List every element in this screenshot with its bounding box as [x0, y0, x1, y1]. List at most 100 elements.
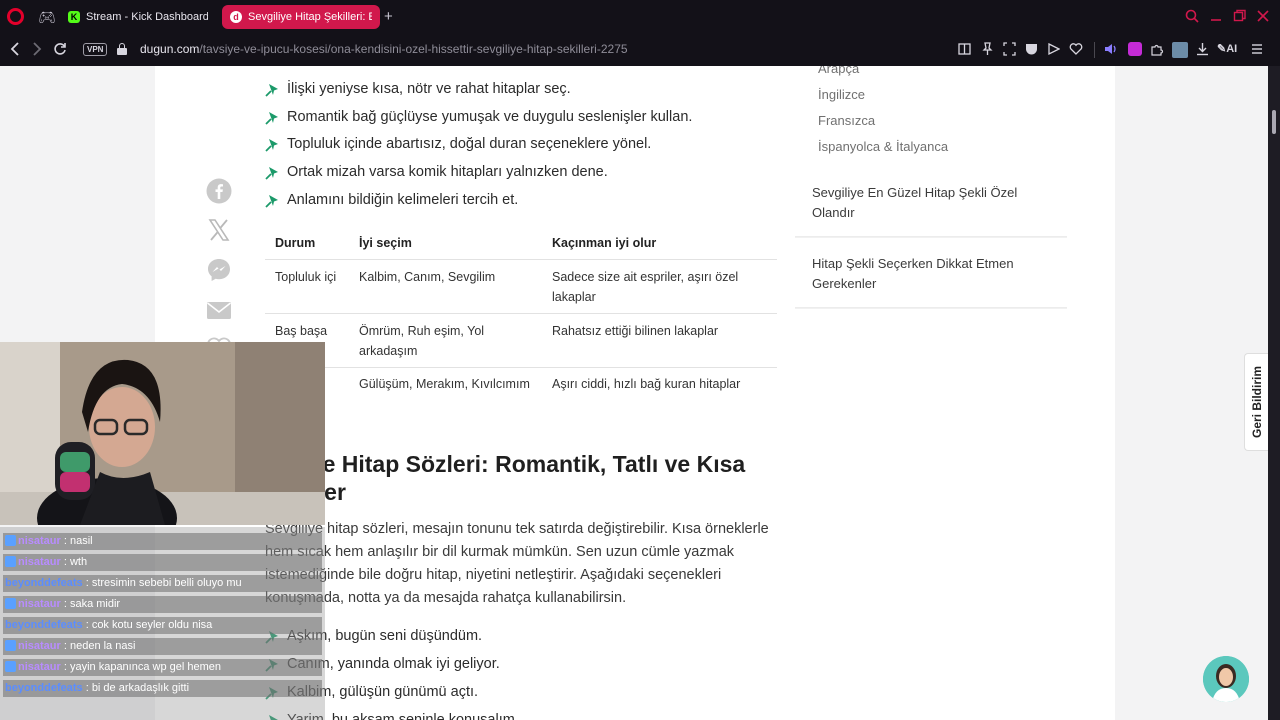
section-heading: liye Hitap Sözleri: Romantik, Tatlı ve K…: [265, 450, 785, 506]
chat-username: nisataur: [18, 598, 61, 610]
screenshot-icon[interactable]: [1003, 42, 1016, 56]
facebook-share-icon[interactable]: [205, 177, 233, 205]
chat-text: : saka midir: [63, 598, 121, 610]
table-cell: Aşırı ciddi, hızlı bağ kuran hitaplar: [552, 377, 741, 391]
chat-badge-icon: [5, 640, 16, 651]
toc-language-link[interactable]: Fransızca: [818, 113, 875, 128]
chat-text: : stresimin sebebi belli oluyo mu: [85, 577, 242, 589]
email-share-icon[interactable]: [205, 296, 233, 324]
tab-kick-dashboard[interactable]: K Stream - Kick Dashboard: [60, 5, 216, 29]
chat-username: nisataur: [18, 661, 61, 673]
chat-message: beyonddefeats : stresimin sebebi belli o…: [3, 575, 322, 592]
table-header: İyi seçim: [359, 236, 412, 250]
heart-icon[interactable]: [1069, 42, 1083, 56]
tip-text: İlişki yeniyse kısa, nötr ve rahat hitap…: [287, 81, 571, 97]
table-cell: Sadece size ait espriler, aşırı özel lak…: [552, 270, 739, 304]
chat-badge-icon: [5, 556, 16, 567]
messenger-share-icon[interactable]: [205, 256, 233, 284]
toolbar-divider: [1094, 42, 1095, 58]
streamer-webcam-image: [0, 342, 325, 525]
table-cell: Gülüşüm, Merakım, Kıvılcımım: [359, 377, 530, 391]
green-pin-icon: [265, 195, 278, 208]
profile-avatar-icon[interactable]: [1172, 42, 1188, 58]
ai-button[interactable]: ✎AI: [1217, 42, 1237, 56]
table-cell: Ömrüm, Ruh eşim, Yol arkadaşım: [359, 324, 485, 358]
pin-icon[interactable]: [981, 42, 994, 56]
toc-language-link[interactable]: İngilizce: [818, 87, 865, 102]
chat-text: : yayin kapanınca wp gel hemen: [63, 661, 222, 673]
shield-icon[interactable]: [1025, 42, 1038, 56]
game-controller-icon[interactable]: 🎮︎: [38, 10, 56, 24]
scrollbar-thumb[interactable]: [1272, 110, 1276, 134]
chat-message: nisataur : nasil: [3, 533, 322, 550]
url-path: /tavsiye-ve-ipucu-kosesi/ona-kendisini-o…: [199, 42, 628, 56]
chat-badge-icon: [5, 535, 16, 546]
feedback-tab[interactable]: Geri Bildirim: [1244, 353, 1268, 451]
page-scrollbar[interactable]: [1268, 66, 1280, 720]
table-header: Durum: [275, 236, 316, 250]
tip-text: Ortak mizah varsa komik hitapları yalnız…: [287, 164, 608, 180]
tab-sevgiliye-hitap[interactable]: d Sevgiliye Hitap Şekilleri: Erk: [222, 5, 380, 29]
sidebar-split-icon[interactable]: [958, 42, 971, 56]
chat-text: : neden la nasi: [63, 640, 136, 652]
green-pin-icon: [265, 139, 278, 152]
toc-language-link[interactable]: Arapça: [818, 66, 859, 76]
table-divider: [265, 313, 777, 314]
send-icon[interactable]: [1047, 42, 1060, 56]
url-field[interactable]: dugun.com/tavsiye-ve-ipucu-kosesi/ona-ke…: [140, 42, 628, 56]
chat-message: beyonddefeats : cok kotu seyler oldu nis…: [3, 617, 322, 634]
vpn-badge[interactable]: VPN: [83, 43, 108, 56]
assistant-avatar-button[interactable]: [1203, 656, 1249, 702]
table-cell: Topluluk içi: [275, 270, 337, 284]
address-bar: VPN dugun.com/tavsiye-ve-ipucu-kosesi/on…: [0, 34, 1280, 66]
table-header: Kaçınman iyi olur: [552, 236, 657, 250]
chat-text: : cok kotu seyler oldu nisa: [85, 619, 213, 631]
chat-message: nisataur : saka midir: [3, 596, 322, 613]
dugun-favicon-icon: d: [230, 11, 242, 23]
back-icon[interactable]: [10, 42, 20, 56]
chat-message: nisataur : wth: [3, 554, 322, 571]
chat-message: nisataur : neden la nasi: [3, 638, 322, 655]
chat-username: nisataur: [18, 556, 61, 568]
table-divider: [265, 367, 777, 368]
heading-line-2: kler: [305, 479, 346, 505]
chat-message: beyonddefeats : bi de arkadaşlık gitti: [3, 680, 322, 697]
green-pin-icon: [265, 112, 278, 125]
kick-favicon-icon: K: [68, 11, 80, 23]
restore-icon[interactable]: [1233, 9, 1247, 23]
forward-icon[interactable]: [32, 42, 42, 56]
tip-text: Romantik bağ güçlüyse yumuşak ve duygulu…: [287, 109, 693, 125]
chat-username: nisataur: [18, 535, 61, 547]
minimize-icon[interactable]: [1210, 9, 1222, 23]
twitch-extension-icon[interactable]: [1128, 42, 1142, 56]
chat-username: beyonddefeats: [5, 577, 83, 589]
tip-text: Topluluk içinde abartısız, doğal duran s…: [287, 136, 652, 152]
toc-link-text: Hitap Şekli Seçerken Dikkat Etmen Gereke…: [812, 256, 1014, 291]
extensions-puzzle-icon[interactable]: [1150, 42, 1164, 56]
x-share-icon[interactable]: [205, 216, 233, 244]
chat-text: : nasil: [63, 535, 93, 547]
toc-language-link[interactable]: İspanyolca & İtalyanca: [818, 139, 948, 154]
opera-logo-icon[interactable]: [7, 8, 24, 25]
new-tab-button[interactable]: +: [384, 9, 393, 24]
close-icon[interactable]: [1257, 9, 1269, 23]
lock-icon[interactable]: [117, 43, 127, 55]
speaker-icon[interactable]: [1104, 42, 1118, 56]
download-icon[interactable]: [1196, 42, 1209, 56]
table-cell: Kalbim, Canım, Sevgilim: [359, 270, 496, 284]
tab-label: Stream - Kick Dashboard: [86, 11, 208, 23]
section-paragraph: Sevgiliye hitap sözleri, mesajın tonunu …: [265, 521, 769, 606]
toc-link-text: Sevgiliye En Güzel Hitap Şekli Özel Olan…: [812, 185, 1018, 220]
tab-label: Sevgiliye Hitap Şekilleri: Erk: [248, 11, 372, 23]
reload-icon[interactable]: [53, 42, 67, 56]
toc-link-card[interactable]: Hitap Şekli Seçerken Dikkat Etmen Gereke…: [795, 240, 1067, 308]
feedback-label: Geri Bildirim: [1249, 365, 1264, 439]
toc-link-card[interactable]: Sevgiliye En Güzel Hitap Şekli Özel Olan…: [795, 169, 1067, 237]
chat-message: nisataur : yayin kapanınca wp gel hemen: [3, 659, 322, 676]
chat-username: beyonddefeats: [5, 682, 83, 694]
chat-badge-icon: [5, 598, 16, 609]
chat-text: : bi de arkadaşlık gitti: [85, 682, 190, 694]
search-icon[interactable]: [1185, 9, 1199, 23]
chat-text: : wth: [63, 556, 88, 568]
menu-icon[interactable]: [1251, 42, 1263, 56]
